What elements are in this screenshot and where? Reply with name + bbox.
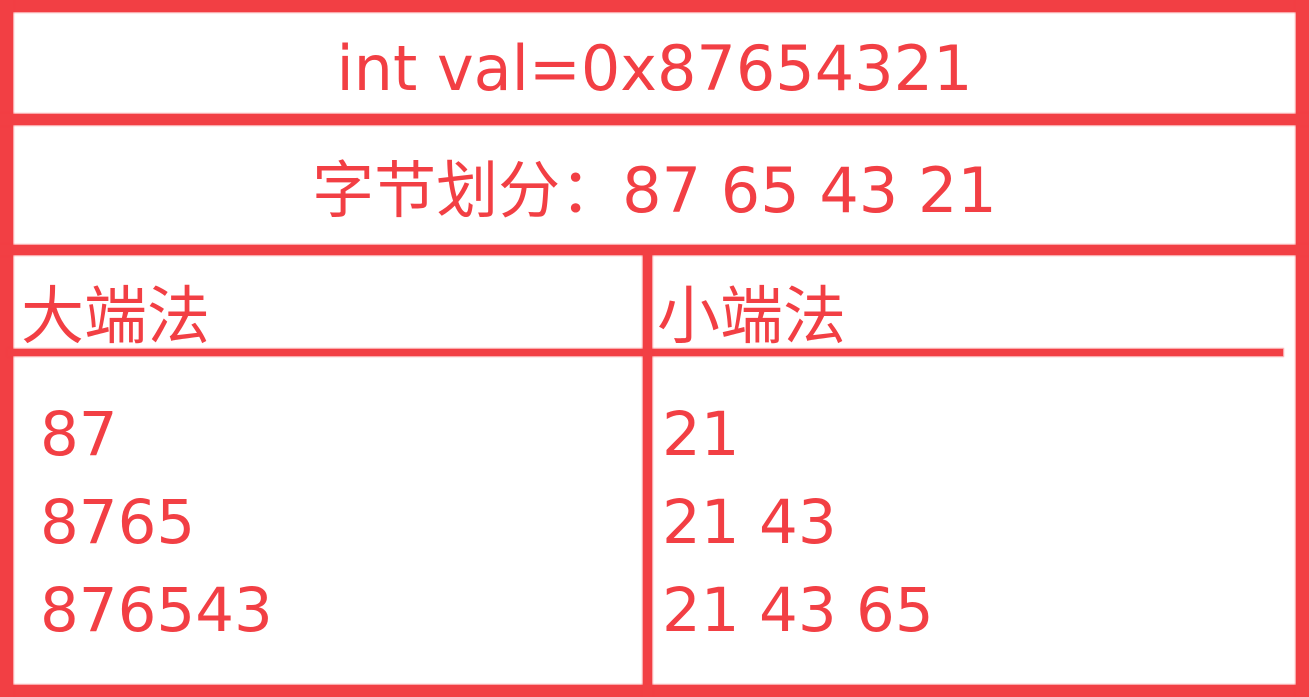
border-right [1296, 0, 1309, 697]
big-endian-row-3: 876543 [40, 575, 273, 646]
page-title: int val=0x87654321 [336, 32, 973, 105]
border-top [0, 0, 1309, 12]
border-bottom [0, 685, 1309, 697]
little-endian-row-3: 21 43 65 [662, 575, 934, 646]
big-endian-header: 大端法 [21, 280, 210, 353]
big-endian-row-2: 8765 [40, 487, 196, 558]
little-endian-row-1: 21 [662, 399, 740, 470]
big-endian-row-1: 87 [40, 399, 118, 470]
divider-under-byte-division [0, 245, 1309, 255]
endianness-diagram: int val=0x87654321 字节划分：87 65 43 21 大端法 … [0, 0, 1309, 697]
column-divider [643, 250, 652, 697]
little-endian-row-2: 21 43 [662, 487, 837, 558]
byte-division-label: 字节划分：87 65 43 21 [312, 154, 997, 227]
divider-under-title [0, 114, 1309, 125]
little-endian-header: 小端法 [657, 280, 846, 353]
